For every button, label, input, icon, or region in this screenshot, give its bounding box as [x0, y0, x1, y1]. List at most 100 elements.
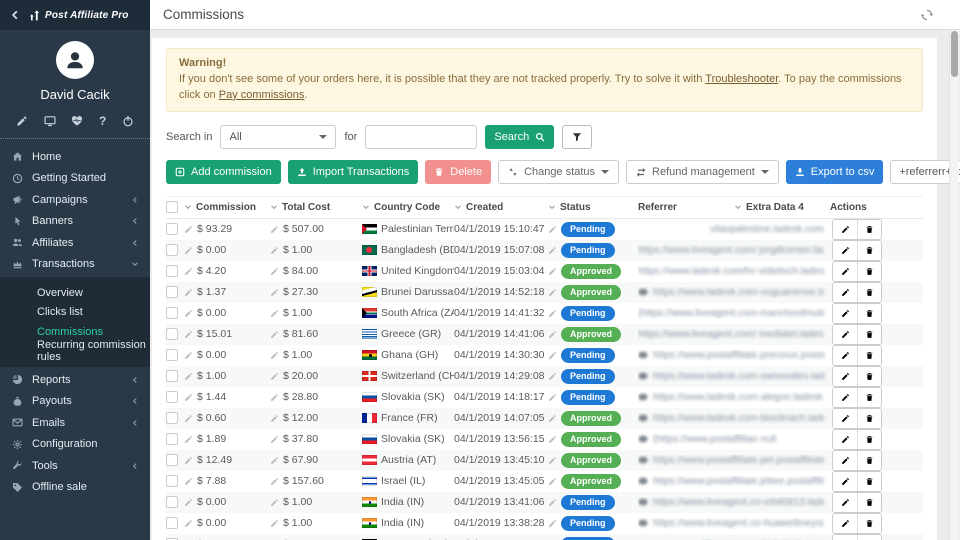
status-badge[interactable]: Pending	[561, 306, 615, 321]
header-total-cost[interactable]: Total Cost	[270, 202, 362, 213]
delete-row-button[interactable]	[857, 283, 881, 302]
header-status[interactable]: Status	[548, 202, 638, 213]
edit-commission-icon[interactable]	[184, 435, 193, 444]
edit-row-button[interactable]	[833, 514, 857, 533]
import-transactions-button[interactable]: Import Transactions	[288, 160, 419, 184]
edit-total-cost-icon[interactable]	[270, 519, 279, 528]
vertical-scrollbar[interactable]	[949, 30, 959, 540]
troubleshooter-link[interactable]: Troubleshooter	[705, 73, 778, 85]
edit-status-icon[interactable]	[548, 414, 557, 423]
search-button[interactable]: Search	[485, 125, 554, 149]
sidebar-item-tools[interactable]: Tools	[0, 455, 150, 477]
row-checkbox[interactable]	[166, 265, 178, 277]
status-badge[interactable]: Pending	[561, 390, 615, 405]
row-checkbox[interactable]	[166, 475, 178, 487]
status-badge[interactable]: Pending	[561, 243, 615, 258]
delete-row-button[interactable]	[857, 220, 881, 239]
edit-total-cost-icon[interactable]	[270, 246, 279, 255]
header-extra-data[interactable]: Extra Data 4	[734, 202, 830, 213]
add-commission-button[interactable]: Add commission	[166, 160, 281, 184]
heart-pulse-icon[interactable]	[71, 115, 83, 127]
edit-row-button[interactable]	[833, 409, 857, 428]
edit-row-button[interactable]	[833, 367, 857, 386]
row-checkbox[interactable]	[166, 412, 178, 424]
edit-status-icon[interactable]	[548, 477, 557, 486]
edit-commission-icon[interactable]	[184, 309, 193, 318]
delete-row-button[interactable]	[857, 346, 881, 365]
edit-status-icon[interactable]	[548, 456, 557, 465]
delete-row-button[interactable]	[857, 472, 881, 491]
edit-status-icon[interactable]	[548, 498, 557, 507]
status-badge[interactable]: Pending	[561, 222, 615, 237]
edit-row-button[interactable]	[833, 493, 857, 512]
edit-row-button[interactable]	[833, 283, 857, 302]
status-badge[interactable]: Approved	[561, 264, 621, 279]
edit-row-button[interactable]	[833, 346, 857, 365]
status-badge[interactable]: Pending	[561, 369, 615, 384]
sidebar-item-emails[interactable]: Emails	[0, 412, 150, 434]
delete-row-button[interactable]	[857, 409, 881, 428]
delete-row-button[interactable]	[857, 535, 881, 540]
sidebar-item-transactions[interactable]: Transactions	[0, 254, 150, 276]
sidebar-item-affiliates[interactable]: Affiliates	[0, 232, 150, 254]
edit-row-button[interactable]	[833, 325, 857, 344]
row-checkbox[interactable]	[166, 286, 178, 298]
edit-status-icon[interactable]	[548, 393, 557, 402]
edit-commission-icon[interactable]	[184, 498, 193, 507]
edit-total-cost-icon[interactable]	[270, 288, 279, 297]
edit-row-button[interactable]	[833, 388, 857, 407]
status-badge[interactable]: Pending	[561, 348, 615, 363]
edit-total-cost-icon[interactable]	[270, 477, 279, 486]
edit-status-icon[interactable]	[548, 519, 557, 528]
app-logo[interactable]: Post Affiliate Pro	[28, 9, 129, 22]
edit-row-button[interactable]	[833, 220, 857, 239]
pencil-icon[interactable]	[16, 115, 28, 127]
sidebar-item-getting-started[interactable]: Getting Started	[0, 168, 150, 190]
row-checkbox[interactable]	[166, 454, 178, 466]
edit-row-button[interactable]	[833, 451, 857, 470]
sidebar-item-campaigns[interactable]: Campaigns	[0, 189, 150, 211]
pay-commissions-link[interactable]: Pay commissions	[219, 89, 305, 101]
edit-total-cost-icon[interactable]	[270, 393, 279, 402]
edit-row-button[interactable]	[833, 304, 857, 323]
edit-row-button[interactable]	[833, 430, 857, 449]
status-badge[interactable]: Approved	[561, 411, 621, 426]
edit-total-cost-icon[interactable]	[270, 414, 279, 423]
edit-total-cost-icon[interactable]	[270, 456, 279, 465]
edit-commission-icon[interactable]	[184, 477, 193, 486]
edit-status-icon[interactable]	[548, 267, 557, 276]
row-checkbox[interactable]	[166, 223, 178, 235]
edit-commission-icon[interactable]	[184, 330, 193, 339]
row-checkbox[interactable]	[166, 244, 178, 256]
status-badge[interactable]: Pending	[561, 516, 615, 531]
edit-total-cost-icon[interactable]	[270, 225, 279, 234]
row-checkbox[interactable]	[166, 433, 178, 445]
edit-total-cost-icon[interactable]	[270, 498, 279, 507]
sidebar-item-configuration[interactable]: Configuration	[0, 434, 150, 456]
edit-commission-icon[interactable]	[184, 414, 193, 423]
edit-status-icon[interactable]	[548, 330, 557, 339]
edit-commission-icon[interactable]	[184, 351, 193, 360]
edit-status-icon[interactable]	[548, 309, 557, 318]
header-commission[interactable]: Commission	[184, 202, 270, 213]
edit-row-button[interactable]	[833, 535, 857, 540]
edit-commission-icon[interactable]	[184, 372, 193, 381]
edit-status-icon[interactable]	[548, 246, 557, 255]
edit-row-button[interactable]	[833, 262, 857, 281]
delete-row-button[interactable]	[857, 367, 881, 386]
export-csv-button[interactable]: Export to csv	[786, 160, 884, 184]
change-status-button[interactable]: Change status	[498, 160, 619, 184]
edit-total-cost-icon[interactable]	[270, 309, 279, 318]
edit-total-cost-icon[interactable]	[270, 372, 279, 381]
edit-status-icon[interactable]	[548, 435, 557, 444]
collapse-sidebar-button[interactable]	[9, 9, 21, 21]
delete-row-button[interactable]	[857, 241, 881, 260]
delete-row-button[interactable]	[857, 514, 881, 533]
edit-commission-icon[interactable]	[184, 519, 193, 528]
edit-total-cost-icon[interactable]	[270, 330, 279, 339]
power-icon[interactable]	[122, 115, 134, 127]
filter-button[interactable]	[562, 125, 592, 149]
edit-commission-icon[interactable]	[184, 456, 193, 465]
refresh-button[interactable]	[921, 9, 933, 21]
edit-commission-icon[interactable]	[184, 267, 193, 276]
